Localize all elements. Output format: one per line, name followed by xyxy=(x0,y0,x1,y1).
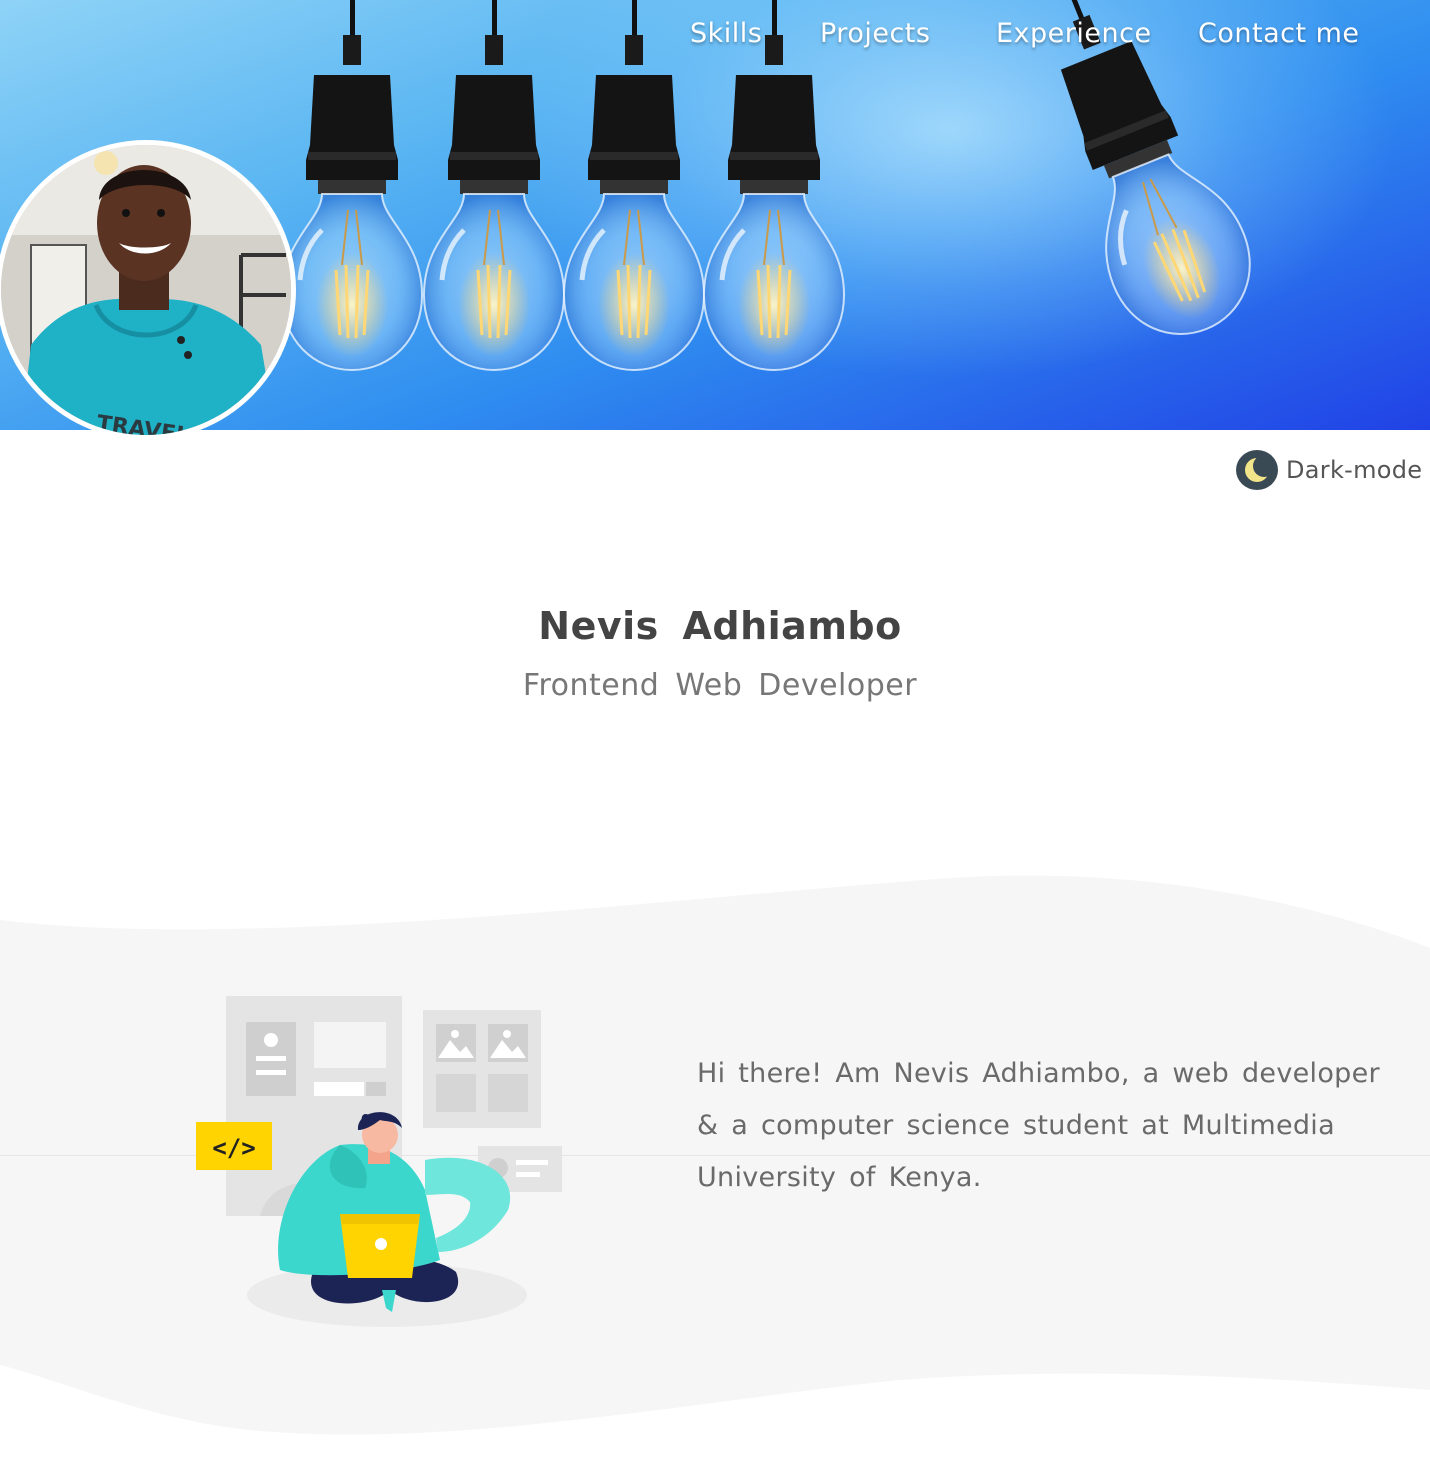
profile-name: Nevis Adhiambo xyxy=(538,604,902,648)
about-bio: Hi there! Am Nevis Adhiambo, a web devel… xyxy=(697,1058,1380,1193)
nav-contact-link[interactable]: Contact me xyxy=(1198,18,1360,49)
moon-icon xyxy=(1236,450,1278,490)
svg-text:</>: </> xyxy=(212,1134,255,1162)
nav-projects-link[interactable]: Projects xyxy=(820,18,930,49)
nav-experience-link[interactable]: Experience xyxy=(996,18,1152,49)
dark-mode-toggle[interactable]: Dark-mode xyxy=(1236,450,1422,490)
profile-avatar: TRAVEL xyxy=(0,140,296,440)
developer-illustration: </> xyxy=(196,996,562,1327)
main-nav: Skills Projects Experience Contact me xyxy=(0,18,1430,58)
profile-role: Frontend Web Developer xyxy=(522,668,918,703)
profile-photo: TRAVEL xyxy=(1,145,291,435)
dark-mode-label: Dark-mode xyxy=(1286,456,1423,484)
nav-skills-link[interactable]: Skills xyxy=(690,18,762,49)
